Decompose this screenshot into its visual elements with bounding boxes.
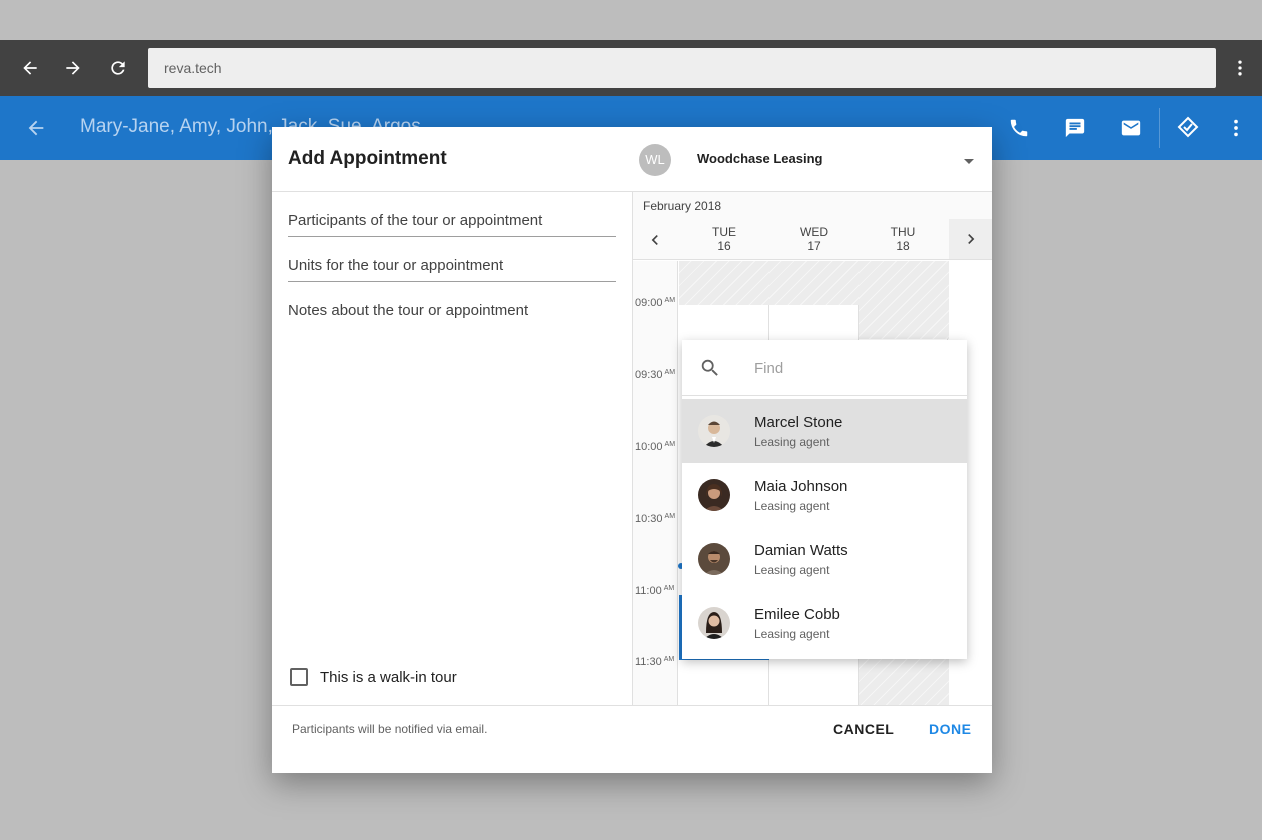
time-label: 11:00 AM (635, 585, 675, 597)
find-input[interactable] (754, 354, 944, 382)
next-days-button[interactable] (949, 219, 992, 259)
agent-option[interactable]: Maia Johnson Leasing agent (682, 463, 967, 527)
agent-role: Leasing agent (754, 627, 830, 641)
find-row (682, 340, 967, 396)
time-label: 10:30 AM (635, 513, 676, 525)
agent-option[interactable]: Damian Watts Leasing agent (682, 527, 967, 591)
agent-role: Leasing agent (754, 499, 830, 513)
notes-field[interactable]: Notes about the tour or appointment (288, 302, 616, 319)
day-header-wed: WED 17 (769, 225, 859, 253)
footer-divider (272, 705, 992, 706)
walkin-label: This is a walk-in tour (320, 668, 457, 686)
units-underline (288, 281, 616, 282)
address-bar[interactable]: reva.tech (148, 48, 1216, 88)
unavailable-slot (769, 261, 859, 305)
agent-option[interactable]: Emilee Cobb Leasing agent (682, 591, 967, 655)
appbar-divider (1159, 108, 1160, 148)
browser-menu-icon[interactable] (1224, 52, 1256, 84)
walkin-checkbox[interactable] (290, 668, 308, 686)
browser-forward-icon[interactable] (57, 52, 89, 84)
browser-reload-icon[interactable] (102, 52, 134, 84)
chevron-down-icon[interactable] (964, 159, 974, 164)
email-icon[interactable] (1115, 112, 1147, 144)
agent-avatar (698, 543, 730, 575)
time-label: 10:00 AM (635, 441, 676, 453)
walkin-option[interactable]: This is a walk-in tour (290, 668, 457, 686)
units-field[interactable]: Units for the tour or appointment (288, 257, 616, 274)
day-date: 17 (807, 239, 821, 253)
search-icon (699, 357, 721, 379)
day-header-tue: TUE 16 (679, 225, 769, 253)
unavailable-slot (859, 261, 949, 339)
prev-days-icon[interactable] (645, 230, 665, 250)
time-column: 09:00 AM 09:30 AM 10:00 AM 10:30 AM 11:00 AM … (633, 261, 678, 705)
owner-avatar: WL (639, 144, 671, 176)
agent-avatar (698, 415, 730, 447)
phone-icon[interactable] (1003, 112, 1035, 144)
agent-avatar (698, 607, 730, 639)
chevron-right-icon (968, 234, 975, 244)
done-button[interactable]: DONE (929, 721, 971, 737)
time-label: 11:30 AM (635, 656, 675, 668)
agent-name: Damian Watts (754, 542, 848, 559)
calendar-header: February 2018 TUE 16 WED 17 THU 18 (633, 192, 992, 260)
app-menu-icon[interactable] (1220, 112, 1252, 144)
agent-name: Marcel Stone (754, 414, 843, 431)
agent-option[interactable]: Marcel Stone Leasing agent (682, 399, 967, 463)
chat-icon[interactable] (1059, 112, 1091, 144)
desktop-strip (0, 0, 1262, 40)
app-back-icon[interactable] (20, 112, 52, 144)
day-name: THU (890, 225, 916, 239)
time-label: 09:30 AM (635, 369, 676, 381)
browser-toolbar: reva.tech (0, 40, 1262, 96)
day-header-thu: THU 18 (858, 225, 948, 253)
agent-name: Emilee Cobb (754, 606, 840, 623)
unavailable-slot (679, 261, 769, 305)
owner-select[interactable]: Woodchase Leasing (697, 151, 822, 166)
agent-avatar (698, 479, 730, 511)
browser-back-icon[interactable] (14, 52, 46, 84)
agent-role: Leasing agent (754, 563, 830, 577)
day-name: WED (800, 225, 828, 239)
unavailable-slot (859, 657, 949, 705)
agent-role: Leasing agent (754, 435, 830, 449)
agent-name: Maia Johnson (754, 478, 848, 495)
participants-underline (288, 236, 616, 237)
cancel-button[interactable]: CANCEL (833, 721, 894, 737)
day-date: 16 (717, 239, 731, 253)
notification-note: Participants will be notified via email. (292, 722, 488, 736)
day-name: TUE (712, 225, 736, 239)
flag-icon[interactable] (1172, 112, 1204, 144)
month-label: February 2018 (643, 199, 722, 213)
participants-field[interactable]: Participants of the tour or appointment (288, 212, 616, 229)
day-date: 18 (896, 239, 910, 253)
agent-dropdown: Marcel Stone Leasing agent Maia Johnson … (682, 340, 967, 659)
dialog-title: Add Appointment (288, 148, 447, 169)
time-label: 09:00 AM (635, 297, 676, 309)
